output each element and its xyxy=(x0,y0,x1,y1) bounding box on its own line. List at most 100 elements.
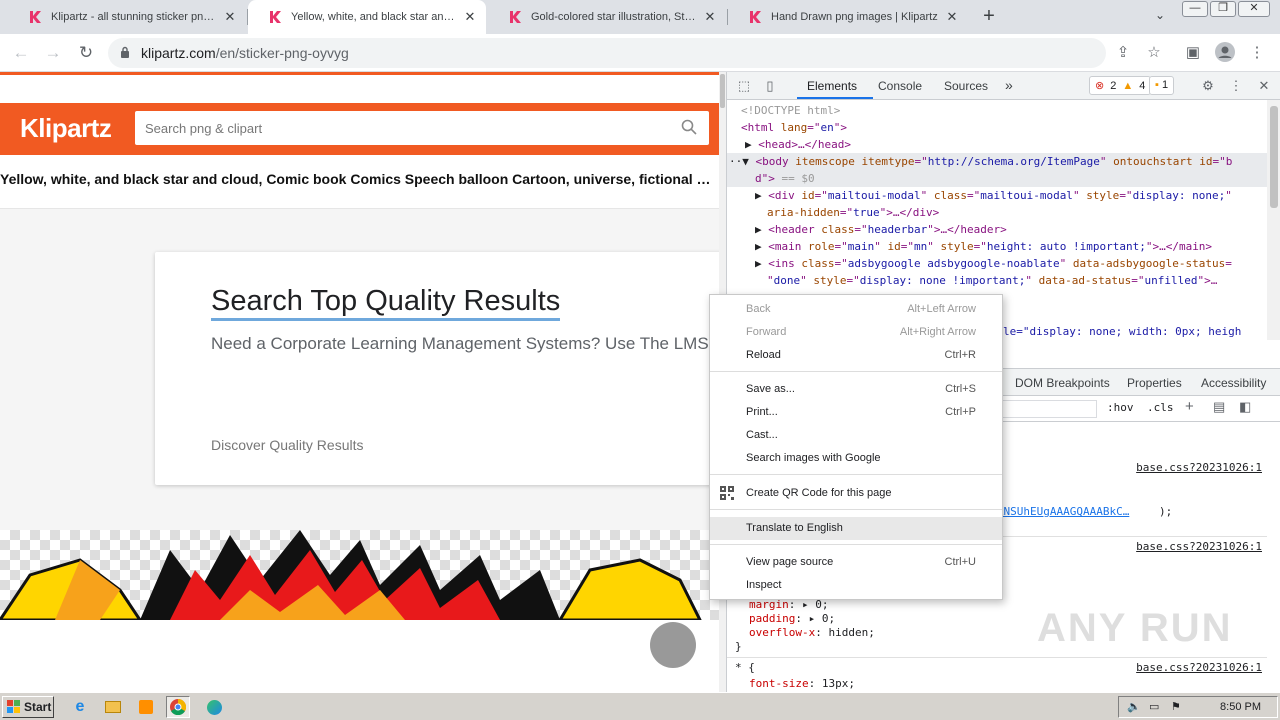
css-declaration[interactable]: font-size: 13px; xyxy=(749,677,855,691)
css-source-link[interactable]: base.css?20231026:1 xyxy=(1136,461,1262,474)
tab-sources[interactable]: Sources xyxy=(944,79,988,93)
lock-icon[interactable] xyxy=(120,46,130,59)
menu-item-print[interactable]: Print... Ctrl+P xyxy=(710,401,1002,424)
tab-elements[interactable]: Elements xyxy=(807,79,857,93)
reload-icon[interactable]: ↻ xyxy=(75,42,97,64)
volume-icon[interactable]: 🔈 xyxy=(1127,700,1141,713)
class-toggle[interactable]: .cls xyxy=(1147,401,1174,414)
tab-active-star-cloud[interactable]: Yellow, white, and black star and clo ✕ xyxy=(248,0,486,34)
issues-badge[interactable]: ▪ 1 xyxy=(1149,76,1175,95)
paint-icon[interactable]: ▤ xyxy=(1213,399,1225,415)
minimize-button[interactable]: — xyxy=(1182,1,1208,17)
dom-line[interactable]: ▶ <header class="headerbar">…</header> xyxy=(755,221,1007,238)
close-tab-icon[interactable]: ✕ xyxy=(702,9,718,25)
back-arrow-icon[interactable]: ← xyxy=(10,42,32,64)
dom-line[interactable]: <html lang="en"> xyxy=(741,119,847,136)
internet-explorer-icon[interactable]: e xyxy=(68,696,92,718)
tab-hand-drawn[interactable]: Hand Drawn png images | Klipartz ✕ xyxy=(728,0,968,34)
menu-item-inspect[interactable]: Inspect xyxy=(710,574,1002,597)
url-text[interactable]: klipartz.com/en/sticker-png-oyvyg xyxy=(141,45,349,61)
edge-icon[interactable] xyxy=(202,696,226,718)
dom-line[interactable]: ▶ <head>…</head> xyxy=(745,136,851,153)
close-tab-icon[interactable]: ✕ xyxy=(222,9,238,25)
ad-card[interactable]: Search Top Quality Results Need a Corpor… xyxy=(155,252,803,485)
menu-item-reload[interactable]: Reload Ctrl+R xyxy=(710,344,1002,367)
menu-item-cast[interactable]: Cast... xyxy=(710,424,1002,447)
dom-line[interactable]: ▶ <div id="mailtoui-modal" class="mailto… xyxy=(755,187,1232,204)
dom-line[interactable]: aria-hidden="true">…</div> xyxy=(767,204,939,221)
side-panel-icon[interactable]: ▣ xyxy=(1182,42,1204,64)
close-window-button[interactable]: ✕ xyxy=(1238,1,1270,17)
tab-search-chevron-icon[interactable]: ⌄ xyxy=(1150,8,1170,26)
tab-gold-star[interactable]: Gold-colored star illustration, Star Do … xyxy=(488,0,726,34)
tab-properties[interactable]: Properties xyxy=(1127,376,1182,390)
menu-item-qr-code[interactable]: Create QR Code for this page xyxy=(710,482,1002,505)
more-tabs-icon[interactable]: » xyxy=(1005,77,1013,93)
css-source-link[interactable]: base.css?20231026:1 xyxy=(1136,540,1262,553)
klipartz-logo[interactable]: Klipartz xyxy=(20,113,112,144)
new-tab-button[interactable]: + xyxy=(978,6,1000,28)
ad-link[interactable]: Discover Quality Results xyxy=(211,437,364,453)
chrome-taskbar-icon[interactable] xyxy=(166,696,190,718)
dom-line[interactable]: "done" style="display: none !important;"… xyxy=(767,272,1217,289)
css-selector[interactable]: * { xyxy=(735,661,755,675)
bookmark-star-icon[interactable]: ☆ xyxy=(1143,42,1165,64)
dom-line-selected[interactable]: ··▼ <body itemscope itemtype="http://sch… xyxy=(729,153,1232,170)
dom-line[interactable]: d"> == $0 xyxy=(755,170,815,187)
hover-state-toggle[interactable]: :hov xyxy=(1107,401,1134,414)
tab-strip: Klipartz - all stunning sticker png ima … xyxy=(0,0,1280,34)
menu-item-save-as[interactable]: Save as... Ctrl+S xyxy=(710,378,1002,401)
device-toolbar-icon[interactable]: ▯ xyxy=(761,77,779,95)
close-tab-icon[interactable]: ✕ xyxy=(944,9,960,25)
dom-scrollbar-thumb[interactable] xyxy=(1270,106,1278,208)
menu-separator xyxy=(710,371,1002,372)
toggle-sidebar-icon[interactable]: ◧ xyxy=(1239,399,1251,415)
menu-item-view-source[interactable]: View page source Ctrl+U xyxy=(710,551,1002,574)
settings-gear-icon[interactable]: ⚙ xyxy=(1199,77,1217,95)
menu-item-back[interactable]: Back Alt+Left Arrow xyxy=(710,298,1002,321)
address-bar[interactable]: klipartz.com/en/sticker-png-oyvyg xyxy=(108,38,1106,68)
dom-line[interactable]: <!DOCTYPE html> xyxy=(741,102,840,119)
ad-title[interactable]: Search Top Quality Results xyxy=(211,284,561,321)
tab-accessibility[interactable]: Accessibility xyxy=(1201,376,1266,390)
error-warning-badge[interactable]: ⊗ 2 ▲ 4 xyxy=(1089,76,1152,95)
menu-item-forward[interactable]: Forward Alt+Right Arrow xyxy=(710,321,1002,344)
active-tab-indicator xyxy=(797,97,873,99)
css-declaration[interactable]: margin: ▸ 0; xyxy=(749,598,829,612)
media-player-icon[interactable] xyxy=(134,696,158,718)
profile-avatar-icon[interactable] xyxy=(1214,42,1236,64)
file-explorer-icon[interactable] xyxy=(101,696,125,718)
qr-code-icon xyxy=(720,486,734,500)
menu-separator xyxy=(710,544,1002,545)
devtools-menu-icon[interactable]: ⋮ xyxy=(1227,77,1245,95)
close-tab-icon[interactable]: ✕ xyxy=(462,9,478,25)
menu-item-search-images[interactable]: Search images with Google xyxy=(710,447,1002,470)
inspect-element-icon[interactable]: ⬚ xyxy=(735,77,753,95)
close-devtools-icon[interactable]: ✕ xyxy=(1255,77,1273,95)
dom-line[interactable]: ▶ <ins class="adsbygoogle adsbygoogle-no… xyxy=(755,255,1232,272)
site-search-input[interactable]: Search png & clipart xyxy=(135,111,709,145)
menu-kebab-icon[interactable]: ⋮ xyxy=(1246,42,1268,64)
css-declaration[interactable]: padding: ▸ 0; xyxy=(749,612,835,626)
sticker-image xyxy=(0,530,719,622)
windows-logo-icon xyxy=(7,700,20,713)
css-source-link[interactable]: base.css?20231026:1 xyxy=(1136,661,1262,674)
restore-button[interactable]: ❐ xyxy=(1210,1,1236,17)
page-scrollbar-thumb[interactable] xyxy=(720,74,725,108)
tab-title: Klipartz - all stunning sticker png ima xyxy=(51,11,216,23)
network-icon[interactable]: ▭ xyxy=(1149,700,1159,713)
styles-filter-input[interactable] xyxy=(997,400,1097,418)
start-button[interactable]: Start xyxy=(2,696,54,718)
menu-item-translate[interactable]: Translate to English xyxy=(710,517,1002,540)
flag-icon[interactable]: ⚑ xyxy=(1171,700,1181,713)
forward-arrow-icon[interactable]: → xyxy=(42,42,64,64)
add-rule-icon[interactable]: + xyxy=(1185,398,1194,415)
share-icon[interactable]: ⇪ xyxy=(1112,42,1134,64)
css-declaration[interactable]: overflow-x: hidden; xyxy=(749,626,875,640)
search-icon[interactable] xyxy=(681,119,697,135)
tab-console[interactable]: Console xyxy=(878,79,922,93)
dom-line[interactable]: le="display: none; width: 0px; heigh xyxy=(1003,323,1241,340)
dom-line[interactable]: ▶ <main role="main" id="mn" style="heigh… xyxy=(755,238,1212,255)
tab-dom-breakpoints[interactable]: DOM Breakpoints xyxy=(1015,376,1110,390)
tab-klipartz-stickers[interactable]: Klipartz - all stunning sticker png ima … xyxy=(8,0,246,34)
